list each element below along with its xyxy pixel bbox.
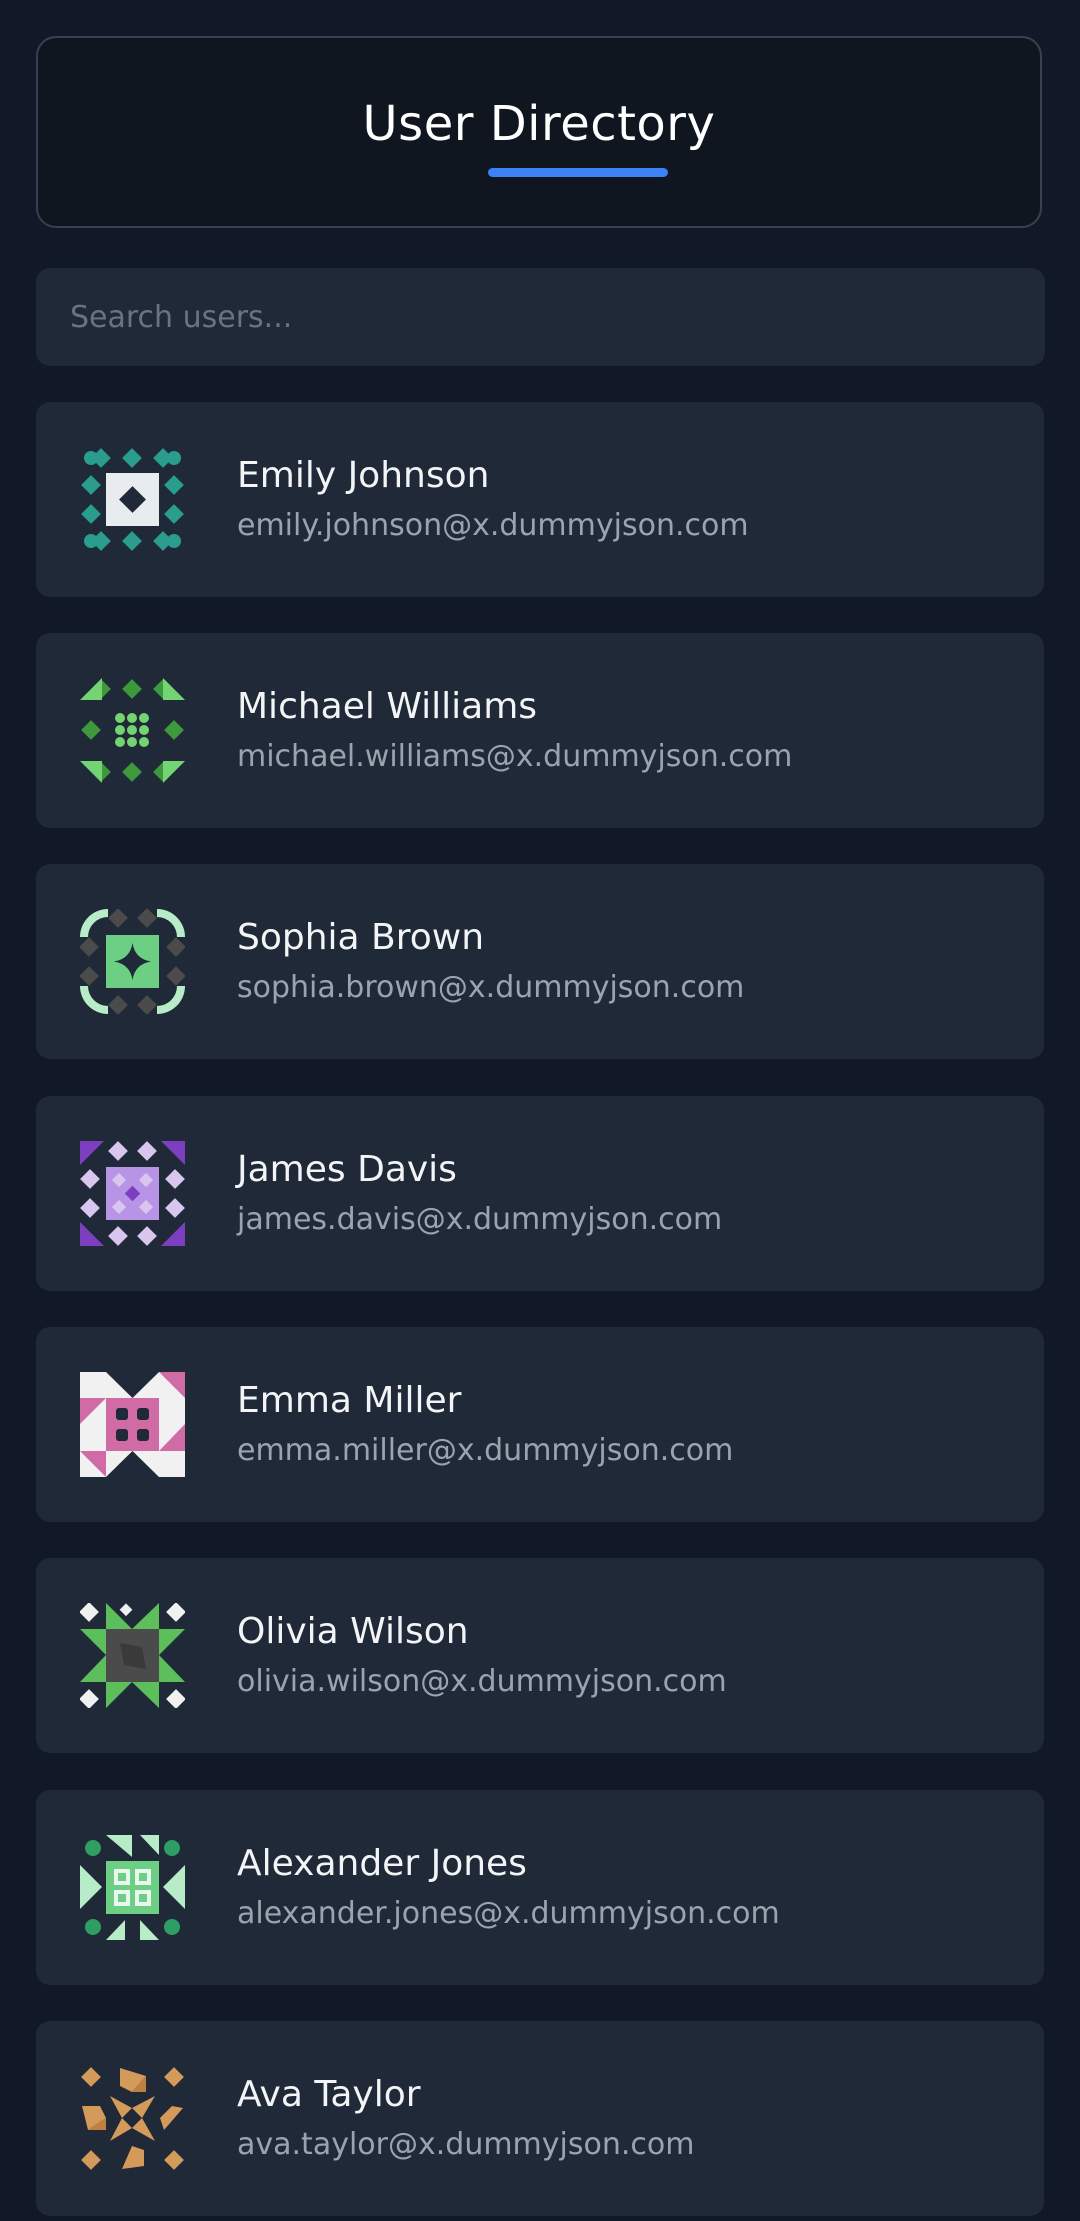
identicon-avatar [80, 1603, 185, 1708]
user-name: Ava Taylor [237, 2074, 421, 2115]
user-name: Michael Williams [237, 686, 538, 727]
user-name: James Davis [237, 1149, 457, 1190]
identicon-avatar [80, 1372, 185, 1477]
title-underline [488, 168, 668, 177]
identicon-avatar [80, 1141, 185, 1246]
user-name: Sophia Brown [237, 917, 485, 958]
identicon-avatar [80, 678, 185, 783]
search-input[interactable] [36, 268, 1045, 366]
user-email: alexander.jones@x.dummyjson.com [237, 1896, 780, 1931]
user-email: sophia.brown@x.dummyjson.com [237, 970, 745, 1005]
user-email: ava.taylor@x.dummyjson.com [237, 2127, 695, 2162]
user-name: Emma Miller [237, 1380, 462, 1421]
user-email: olivia.wilson@x.dummyjson.com [237, 1664, 727, 1699]
user-name: Olivia Wilson [237, 1611, 469, 1652]
identicon-avatar [80, 447, 185, 552]
user-card[interactable]: Olivia Wilson olivia.wilson@x.dummyjson.… [36, 1558, 1044, 1753]
page-title: User Directory [362, 96, 716, 152]
user-card[interactable]: Emma Miller emma.miller@x.dummyjson.com [36, 1327, 1044, 1522]
user-email: emily.johnson@x.dummyjson.com [237, 508, 749, 543]
user-directory-page: User Directory Search users... Emily Joh… [0, 0, 1080, 2221]
user-card[interactable]: Alexander Jones alexander.jones@x.dummyj… [36, 1790, 1044, 1985]
user-name: Emily Johnson [237, 455, 490, 496]
user-card[interactable]: Sophia Brown sophia.brown@x.dummyjson.co… [36, 864, 1044, 1059]
identicon-avatar [80, 2066, 185, 2171]
user-email: emma.miller@x.dummyjson.com [237, 1433, 734, 1468]
user-card[interactable]: Ava Taylor ava.taylor@x.dummyjson.com [36, 2021, 1044, 2216]
user-name: Alexander Jones [237, 1843, 527, 1884]
identicon-avatar [80, 1835, 185, 1940]
user-email: michael.williams@x.dummyjson.com [237, 739, 793, 774]
header-card: User Directory [36, 36, 1042, 228]
user-card[interactable]: Emily Johnson emily.johnson@x.dummyjson.… [36, 402, 1044, 597]
user-card[interactable]: Michael Williams michael.williams@x.dumm… [36, 633, 1044, 828]
user-email: james.davis@x.dummyjson.com [237, 1202, 723, 1237]
user-card[interactable]: James Davis james.davis@x.dummyjson.com [36, 1096, 1044, 1291]
identicon-avatar [80, 909, 185, 1014]
